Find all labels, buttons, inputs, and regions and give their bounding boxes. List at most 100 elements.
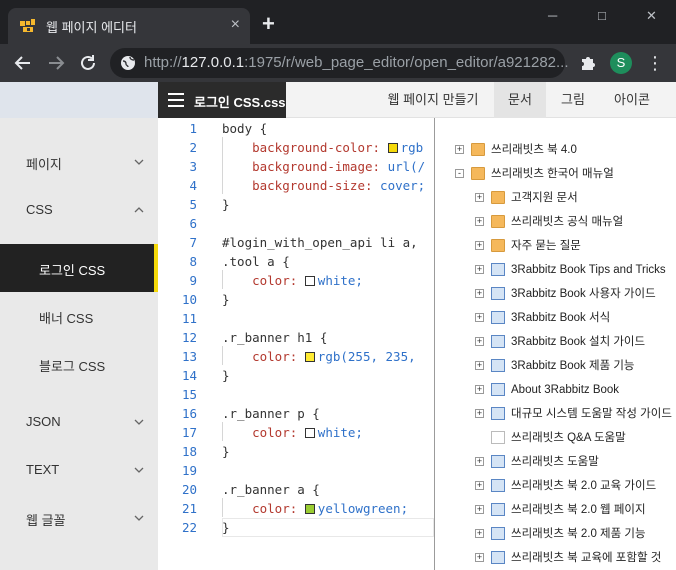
color-swatch[interactable] xyxy=(304,504,315,514)
tree-node[interactable]: + 쓰리래빗츠 도움말 xyxy=(435,452,676,472)
menu-images[interactable]: 그림 xyxy=(550,82,596,118)
chevron-up-icon[interactable] xyxy=(133,204,145,216)
tree-node[interactable]: + 쓰리래빗츠 북 교육에 포함할 것 xyxy=(435,548,676,568)
code-text[interactable]: color: rgb(255, 235, xyxy=(222,347,416,366)
tree-node-label: 쓰리래빗츠 공식 매뉴얼 xyxy=(511,216,624,228)
tree-node[interactable]: + 쓰리래빗츠 북 2.0 제품 기능 xyxy=(435,524,676,544)
sidebar-item-3[interactable]: 배너 CSS xyxy=(0,292,158,340)
tree-node[interactable]: + About 3Rabbitz Book xyxy=(435,380,676,400)
chevron-down-icon[interactable] xyxy=(133,464,145,476)
profile-avatar[interactable]: S xyxy=(610,52,632,74)
minimize-button[interactable]: ─ xyxy=(548,8,557,23)
hamburger-menu-icon[interactable] xyxy=(168,93,184,107)
forward-arrow-icon[interactable] xyxy=(45,52,67,74)
expand-icon[interactable]: + xyxy=(475,313,484,322)
expand-icon[interactable]: + xyxy=(475,289,484,298)
chevron-down-icon[interactable] xyxy=(133,156,145,168)
code-text[interactable]: .r_banner p { xyxy=(222,404,320,423)
code-text[interactable]: body { xyxy=(222,119,267,138)
code-text[interactable]: .r_banner a { xyxy=(222,480,320,499)
menu-web-page-builder[interactable]: 웹 페이지 만들기 xyxy=(378,82,488,118)
extensions-puzzle-icon[interactable] xyxy=(579,54,597,72)
color-swatch[interactable] xyxy=(387,143,398,153)
code-text[interactable]: background-size: cover; xyxy=(222,176,425,195)
expand-icon[interactable]: + xyxy=(475,337,484,346)
back-arrow-icon[interactable] xyxy=(12,52,34,74)
sidebar-item-4[interactable]: 블로그 CSS xyxy=(0,340,158,388)
color-swatch[interactable] xyxy=(304,352,315,362)
code-text[interactable]: color: white; xyxy=(222,423,363,442)
code-text[interactable]: .tool a { xyxy=(222,252,290,271)
tree-node-label: 쓰리래빗츠 북 2.0 웹 페이지 xyxy=(511,504,646,516)
tree-node[interactable]: + 쓰리래빗츠 북 2.0 웹 페이지 xyxy=(435,500,676,520)
address-bar[interactable]: http://127.0.0.1:1975/r/web_page_editor/… xyxy=(110,48,569,78)
code-text[interactable]: } xyxy=(222,442,230,461)
expand-icon[interactable]: + xyxy=(475,217,484,226)
code-line: 14} xyxy=(158,366,434,385)
menu-icons[interactable]: 아이콘 xyxy=(604,82,660,118)
expand-icon[interactable]: + xyxy=(475,457,484,466)
tree-node[interactable]: + 쓰리래빗츠 북 2.0 교육 가이드 xyxy=(435,476,676,496)
code-text[interactable]: color: yellowgreen; xyxy=(222,499,408,518)
code-text[interactable]: } xyxy=(222,366,230,385)
expand-icon[interactable]: + xyxy=(475,193,484,202)
tree-node[interactable]: + 쓰리래빗츠 북 4.0 xyxy=(435,140,676,160)
file-tab[interactable]: 로그인 CSS.css xyxy=(158,82,286,118)
expand-icon[interactable]: + xyxy=(475,241,484,250)
tree-node[interactable]: +3Rabbitz Book 제품 기능 xyxy=(435,356,676,376)
color-swatch[interactable] xyxy=(304,276,315,286)
code-text[interactable]: background-color: rgb xyxy=(222,138,423,157)
app-header: 로그인 CSS.css 웹 페이지 만들기 문서 그림 아이콘 xyxy=(0,82,676,118)
code-editor[interactable]: 1 body {2 background-color: rgb 3 backgrou… xyxy=(158,118,434,570)
code-text[interactable]: .r_banner h1 { xyxy=(222,328,327,347)
expand-icon[interactable]: + xyxy=(475,361,484,370)
expand-icon[interactable]: + xyxy=(475,553,484,562)
new-tab-button[interactable]: + xyxy=(262,13,275,35)
sidebar-item-2[interactable]: 로그인 CSS xyxy=(0,244,158,292)
close-window-button[interactable]: ✕ xyxy=(646,8,657,24)
collapse-icon[interactable]: - xyxy=(455,169,464,178)
code-text[interactable]: color: white; xyxy=(222,271,363,290)
tree-node[interactable]: - 쓰리래빗츠 한국어 매뉴얼 xyxy=(435,164,676,184)
expand-icon[interactable]: + xyxy=(475,385,484,394)
sidebar-item-label: 배너 CSS xyxy=(39,311,94,326)
tree-node[interactable]: + 대규모 시스템 도움말 작성 가이드 xyxy=(435,404,676,424)
chevron-down-icon[interactable] xyxy=(133,512,145,524)
tree-node[interactable]: 쓰리래빗츠 Q&A 도움말 xyxy=(435,428,676,448)
sidebar-item-label: 페이지 xyxy=(26,157,62,172)
globe-icon[interactable] xyxy=(120,55,136,71)
code-text[interactable]: background-image: url(/ xyxy=(222,157,425,176)
tab-close-icon[interactable]: × xyxy=(231,16,240,34)
tree-node[interactable]: + 쓰리래빗츠 공식 매뉴얼 xyxy=(435,212,676,232)
tree-node[interactable]: +3Rabbitz Book 사용자 가이드 xyxy=(435,284,676,304)
expand-icon[interactable]: + xyxy=(475,409,484,418)
code-text[interactable]: #login_with_open_api li a, xyxy=(222,233,418,252)
expand-icon[interactable]: + xyxy=(455,145,464,154)
tree-node-label: 3Rabbitz Book Tips and Tricks xyxy=(511,264,666,276)
book-icon xyxy=(491,551,505,564)
browser-menu-icon[interactable]: ⋮ xyxy=(646,52,664,74)
color-swatch[interactable] xyxy=(304,428,315,438)
sidebar-item-0[interactable]: 페이지 xyxy=(0,138,158,186)
sidebar-item-1[interactable]: CSS xyxy=(0,186,158,234)
chevron-down-icon[interactable] xyxy=(133,416,145,428)
reload-icon[interactable] xyxy=(77,52,99,74)
code-text[interactable]: } xyxy=(222,195,230,214)
menu-documents[interactable]: 문서 xyxy=(494,82,546,118)
browser-tab[interactable]: 웹 페이지 에디터 × xyxy=(8,8,250,44)
tree-node[interactable]: + 자주 묻는 질문 xyxy=(435,236,676,256)
sidebar-item-5[interactable]: JSON xyxy=(0,398,158,446)
sidebar-item-7[interactable]: 웹 글꼴 xyxy=(0,494,158,542)
expand-icon[interactable]: + xyxy=(475,505,484,514)
code-line: 17 color: white; xyxy=(158,423,434,442)
expand-icon[interactable]: + xyxy=(475,481,484,490)
sidebar-item-6[interactable]: TEXT xyxy=(0,446,158,494)
tree-node[interactable]: +3Rabbitz Book Tips and Tricks xyxy=(435,260,676,280)
tree-node[interactable]: +3Rabbitz Book 서식 xyxy=(435,308,676,328)
expand-icon[interactable]: + xyxy=(475,265,484,274)
maximize-button[interactable]: □ xyxy=(598,8,606,23)
code-text[interactable]: } xyxy=(222,290,230,309)
expand-icon[interactable]: + xyxy=(475,529,484,538)
tree-node[interactable]: + 고객지원 문서 xyxy=(435,188,676,208)
tree-node[interactable]: +3Rabbitz Book 설치 가이드 xyxy=(435,332,676,352)
